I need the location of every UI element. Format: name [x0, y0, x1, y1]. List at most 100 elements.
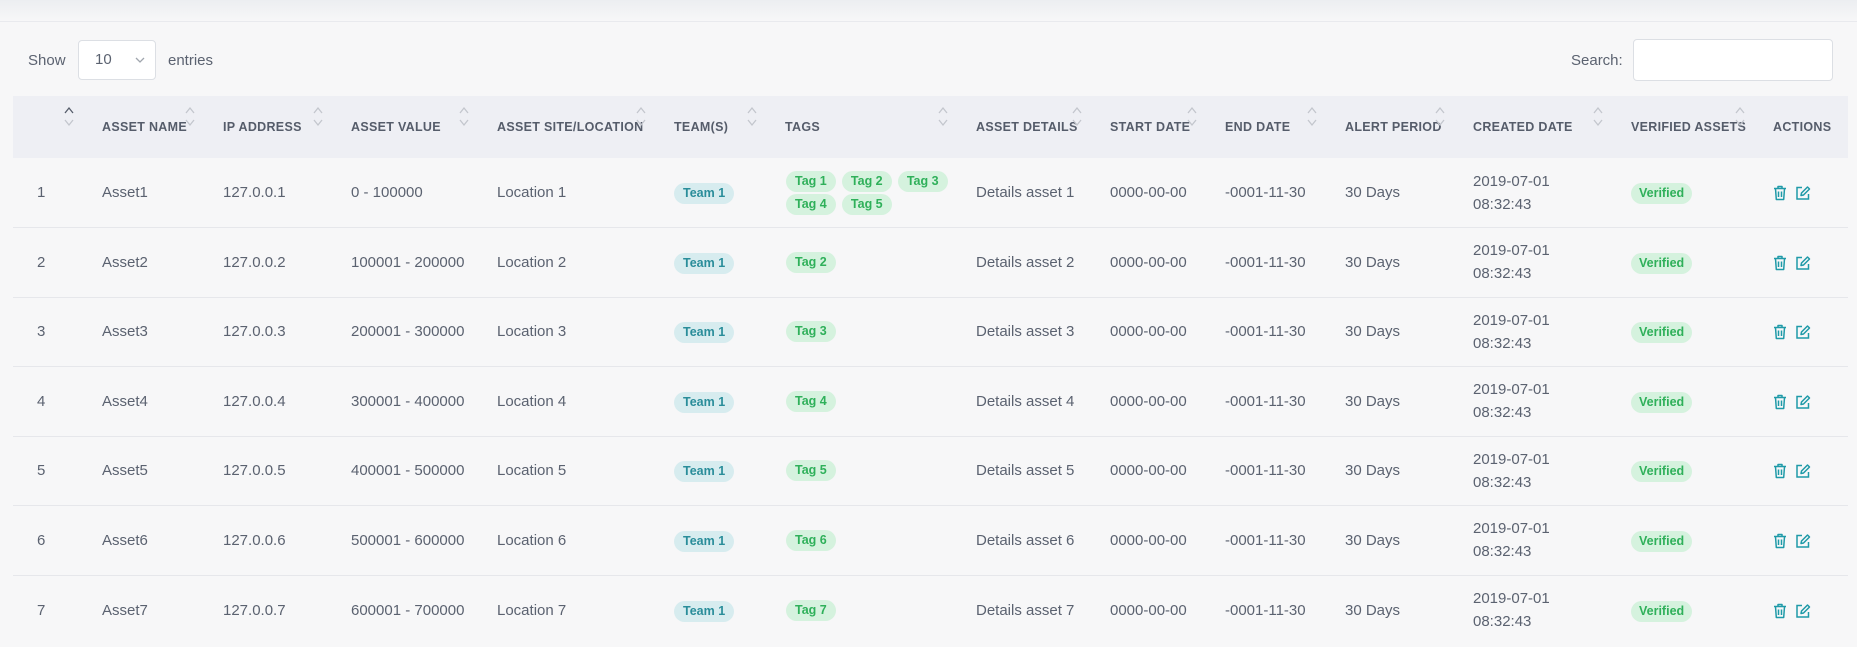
tags-cell: Tag 3 [769, 297, 960, 367]
sort-icon[interactable] [459, 106, 469, 132]
column-header-label: ASSET DETAILS [976, 119, 1078, 134]
asset-location: Location 6 [497, 531, 567, 549]
verified-badge: Verified [1631, 461, 1693, 483]
ip-address: 127.0.0.1 [223, 184, 286, 201]
edit-icon[interactable] [1795, 394, 1811, 410]
edit-icon[interactable] [1795, 463, 1811, 479]
table-header-row: ASSET NAME IP ADDRESS ASSET VALUE ASSET SIT… [13, 96, 1848, 158]
teams-cell: Team 1 [658, 575, 769, 645]
column-header-name[interactable]: ASSET NAME [86, 96, 207, 158]
sort-icon[interactable] [1307, 106, 1317, 132]
tag-badge: Tag 7 [786, 599, 836, 621]
trash-icon[interactable] [1773, 324, 1789, 340]
verified-cell: Verified [1615, 297, 1757, 367]
teams-cell: Team 1 [658, 297, 769, 367]
alert-period: 30 Days [1345, 601, 1401, 619]
sort-icon[interactable] [938, 106, 948, 132]
sort-icon[interactable] [1072, 106, 1082, 132]
verified-cell: Verified [1615, 506, 1757, 576]
start-date: 0000-00-00 [1110, 392, 1187, 410]
column-header-details[interactable]: ASSET DETAILS [960, 96, 1094, 158]
row-number: 4 [37, 392, 46, 410]
sort-icon[interactable] [64, 106, 74, 132]
tags-cell: Tag 6 [769, 506, 960, 576]
search-label: Search: [1571, 52, 1623, 69]
column-header-start[interactable]: START DATE [1094, 96, 1209, 158]
tags-cell: Tag 5 [769, 436, 960, 506]
edit-icon[interactable] [1795, 533, 1811, 549]
top-bar-edge [0, 0, 1857, 22]
asset-location: Location 2 [497, 253, 567, 271]
end-date: -0001-11-30 [1225, 392, 1306, 410]
table-row: 1 Asset1 127.0.0.1 0 - 100000 Location 1 Team… [13, 158, 1848, 228]
entries-select[interactable]: 10 [78, 40, 156, 80]
column-header-site[interactable]: ASSET SITE/LOCATION [481, 96, 658, 158]
trash-icon[interactable] [1773, 603, 1789, 619]
sort-icon[interactable] [1187, 106, 1197, 132]
asset-location: Location 4 [497, 392, 567, 410]
start-date: 0000-00-00 [1110, 184, 1187, 201]
edit-icon[interactable] [1795, 603, 1811, 619]
end-date: -0001-11-30 [1225, 462, 1306, 480]
column-header-verified[interactable]: VERIFIED ASSETS [1615, 96, 1757, 158]
teams-cell: Team 1 [658, 436, 769, 506]
edit-icon[interactable] [1795, 324, 1811, 340]
asset-name: Asset4 [102, 392, 148, 410]
trash-icon[interactable] [1773, 533, 1789, 549]
team-badge: Team 1 [674, 600, 735, 622]
row-number: 7 [37, 601, 46, 619]
sort-icon[interactable] [313, 106, 323, 132]
verified-cell: Verified [1615, 228, 1757, 298]
verified-badge: Verified [1631, 183, 1693, 204]
column-header-value[interactable]: ASSET VALUE [335, 96, 481, 158]
column-header-tags[interactable]: TAGS [769, 96, 960, 158]
column-header-created[interactable]: CREATED DATE [1457, 96, 1615, 158]
sort-icon[interactable] [636, 106, 646, 132]
start-date: 0000-00-00 [1110, 323, 1187, 341]
column-header-alert[interactable]: ALERT PERIOD [1329, 96, 1457, 158]
asset-details: Details asset 1 [976, 184, 1075, 201]
entries-label: entries [168, 52, 214, 69]
verified-cell: Verified [1615, 575, 1757, 645]
trash-icon[interactable] [1773, 394, 1789, 410]
actions-cell [1757, 158, 1848, 228]
entries-value: 10 [95, 51, 112, 68]
tag-badge: Tag 4 [786, 390, 836, 412]
tags-cell: Tag 2 [769, 228, 960, 298]
tag-badge: Tag 5 [786, 460, 836, 482]
actions-cell [1757, 367, 1848, 437]
column-header-ip[interactable]: IP ADDRESS [207, 96, 335, 158]
sort-icon[interactable] [185, 106, 195, 132]
edit-icon[interactable] [1795, 255, 1811, 271]
sort-icon[interactable] [1435, 106, 1445, 132]
created-date: 2019-07-01 08:32:43 [1473, 520, 1550, 561]
table-row: 5 Asset5 127.0.0.5 400001 - 500000 Location … [13, 436, 1848, 506]
verified-badge: Verified [1631, 322, 1693, 344]
column-header-num[interactable] [13, 96, 86, 158]
column-header-label: END DATE [1225, 119, 1291, 134]
search-input[interactable] [1633, 39, 1833, 81]
edit-icon[interactable] [1795, 185, 1811, 201]
verified-badge: Verified [1631, 530, 1693, 552]
tag-badge: Tag 3 [786, 321, 836, 343]
tag-badge: Tag 3 [897, 170, 948, 192]
trash-icon[interactable] [1773, 463, 1789, 479]
asset-value: 200001 - 300000 [351, 323, 465, 341]
column-header-end[interactable]: END DATE [1209, 96, 1329, 158]
start-date: 0000-00-00 [1110, 601, 1187, 619]
show-label: Show [28, 52, 66, 69]
sort-icon[interactable] [747, 106, 757, 132]
trash-icon[interactable] [1773, 185, 1789, 201]
row-number: 3 [37, 323, 46, 341]
end-date: -0001-11-30 [1225, 531, 1306, 549]
actions-cell [1757, 436, 1848, 506]
sort-icon[interactable] [1735, 106, 1745, 132]
trash-icon[interactable] [1773, 255, 1789, 271]
created-date: 2019-07-01 08:32:43 [1473, 590, 1550, 630]
sort-icon[interactable] [1593, 106, 1603, 132]
row-number: 6 [37, 531, 46, 549]
alert-period: 30 Days [1345, 392, 1401, 410]
tag-badge: Tag 2 [841, 170, 892, 192]
tag-badge: Tag 5 [841, 193, 892, 215]
column-header-teams[interactable]: TEAM(S) [658, 96, 769, 158]
